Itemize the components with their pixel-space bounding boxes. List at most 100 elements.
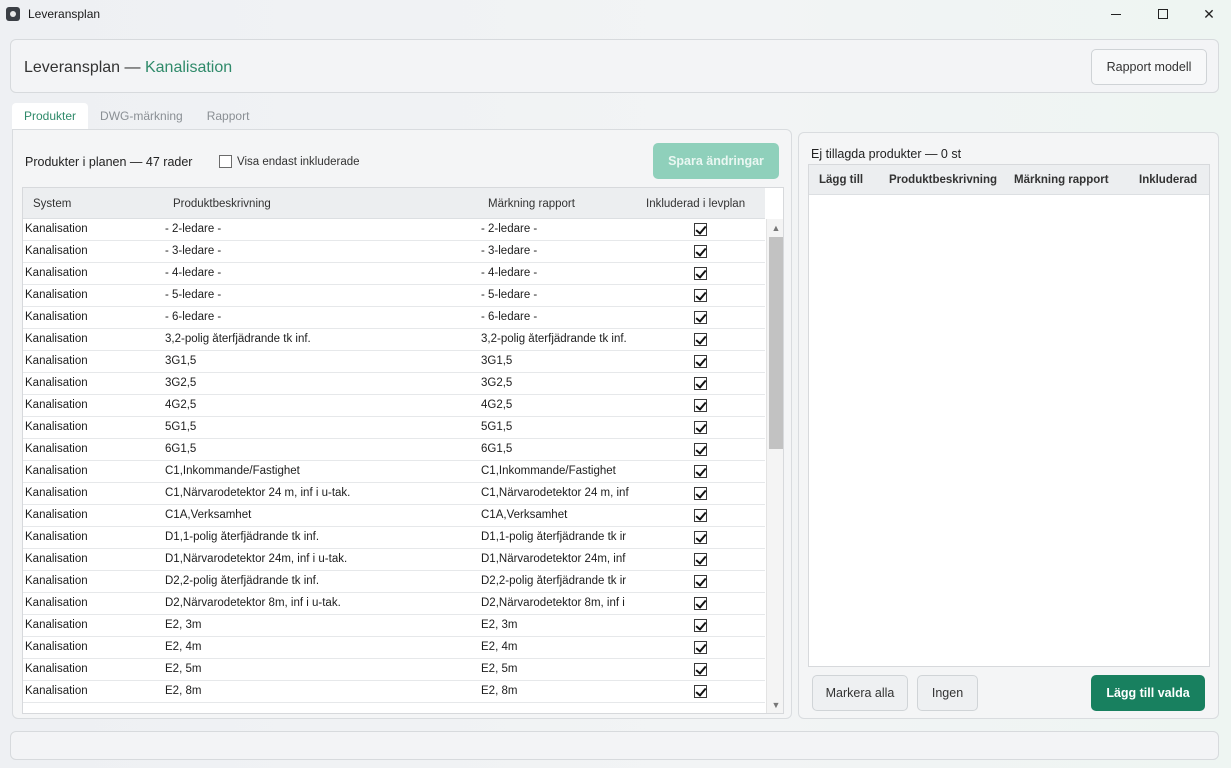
scroll-down-icon[interactable]: ▼ [771, 700, 781, 710]
included-checkbox[interactable] [694, 377, 707, 390]
minimize-icon[interactable] [1093, 0, 1139, 28]
add-selected-button[interactable]: Lägg till valda [1091, 675, 1205, 711]
cell-system: Kanalisation [25, 553, 88, 565]
page-title-project: Kanalisation [144, 59, 233, 76]
cell-description: - 2-ledare - [165, 223, 222, 235]
cell-included [694, 223, 707, 236]
scroll-up-icon[interactable]: ▲ [771, 223, 781, 233]
table-row[interactable]: Kanalisation - 6-ledare - - 6-ledare - [23, 307, 765, 329]
column-header-description[interactable]: Produktbeskrivning [173, 198, 271, 210]
included-checkbox[interactable] [694, 597, 707, 610]
cell-included [694, 619, 707, 632]
table-row[interactable]: Kanalisation 3G2,5 3G2,5 [23, 373, 765, 395]
cell-included [694, 685, 707, 698]
included-checkbox[interactable] [694, 333, 707, 346]
table-row[interactable]: Kanalisation D1,1-polig återfjädrande tk … [23, 527, 765, 549]
table-row[interactable]: Kanalisation 3G1,5 3G1,5 [23, 351, 765, 373]
rapport-modell-button[interactable]: Rapport modell [1091, 49, 1207, 85]
table-row[interactable]: Kanalisation D2,2-polig återfjädrande tk … [23, 571, 765, 593]
table-row[interactable]: Kanalisation C1,Närvarodetektor 24 m, inf… [23, 483, 765, 505]
cell-description: - 4-ledare - [165, 267, 222, 279]
cell-system: Kanalisation [25, 289, 88, 301]
column-header-included[interactable]: Inkluderad i levplan [646, 198, 745, 210]
included-checkbox[interactable] [694, 465, 707, 478]
table-row[interactable]: Kanalisation E2, 5m E2, 5m [23, 659, 765, 681]
checkbox-box[interactable] [219, 155, 232, 168]
cell-marking: E2, 3m [481, 619, 518, 631]
cell-marking: D1,Närvarodetektor 24m, inf [481, 553, 626, 565]
cell-marking: D2,2-polig återfjädrande tk ir [481, 575, 627, 587]
included-checkbox[interactable] [694, 443, 707, 456]
included-checkbox[interactable] [694, 509, 707, 522]
scroll-thumb[interactable] [769, 237, 783, 449]
table-row[interactable]: Kanalisation - 4-ledare - - 4-ledare - [23, 263, 765, 285]
tab-dwg-markning[interactable]: DWG-märkning [88, 103, 195, 129]
cell-included [694, 443, 707, 456]
not-added-title: Ej tillagda produkter — 0 st [811, 147, 962, 161]
cell-description: 3,2-polig återfjädrande tk inf. [165, 333, 311, 345]
cell-system: Kanalisation [25, 377, 88, 389]
show-included-only-checkbox[interactable]: Visa endast inkluderade [219, 155, 360, 168]
select-none-button[interactable]: Ingen [917, 675, 978, 711]
table-row[interactable]: Kanalisation 6G1,5 6G1,5 [23, 439, 765, 461]
table-row[interactable]: Kanalisation E2, 4m E2, 4m [23, 637, 765, 659]
table-row[interactable]: Kanalisation D2,Närvarodetektor 8m, inf i… [23, 593, 765, 615]
included-checkbox[interactable] [694, 531, 707, 544]
cell-description: D1,Närvarodetektor 24m, inf i u-tak. [165, 553, 348, 565]
table-row[interactable]: Kanalisation E2, 3m E2, 3m [23, 615, 765, 637]
included-checkbox[interactable] [694, 553, 707, 566]
maximize-icon[interactable] [1140, 0, 1186, 28]
table-row[interactable]: Kanalisation 3,2-polig återfjädrande tk i… [23, 329, 765, 351]
table-row[interactable]: Kanalisation E2, 8m E2, 8m [23, 681, 765, 703]
close-icon[interactable]: ✕ [1186, 0, 1231, 28]
tab-rapport[interactable]: Rapport [195, 103, 262, 129]
cell-marking: 3G2,5 [481, 377, 513, 389]
column-header-marking[interactable]: Märkning rapport [1014, 174, 1109, 186]
included-checkbox[interactable] [694, 399, 707, 412]
app-icon [6, 7, 20, 21]
included-checkbox[interactable] [694, 663, 707, 676]
column-header-add[interactable]: Lägg till [819, 174, 863, 186]
included-checkbox[interactable] [694, 245, 707, 258]
column-header-included[interactable]: Inkluderad [1139, 174, 1197, 186]
included-checkbox[interactable] [694, 575, 707, 588]
included-checkbox[interactable] [694, 267, 707, 280]
table-row[interactable]: Kanalisation - 3-ledare - - 3-ledare - [23, 241, 765, 263]
cell-included [694, 289, 707, 302]
cell-system: Kanalisation [25, 421, 88, 433]
table-scrollbar[interactable]: ▲ ▼ [766, 219, 783, 713]
cell-included [694, 509, 707, 522]
table-row[interactable]: Kanalisation D1,Närvarodetektor 24m, inf … [23, 549, 765, 571]
column-header-marking[interactable]: Märkning rapport [488, 198, 575, 210]
column-header-description[interactable]: Produktbeskrivning [889, 174, 997, 186]
table-row[interactable]: Kanalisation 5G1,5 5G1,5 [23, 417, 765, 439]
save-changes-button[interactable]: Spara ändringar [653, 143, 779, 179]
table-row[interactable]: Kanalisation - 2-ledare - - 2-ledare - [23, 219, 765, 241]
cell-marking: C1,Inkommande/Fastighet [481, 465, 616, 477]
select-all-button[interactable]: Markera alla [812, 675, 908, 711]
cell-description: D2,2-polig återfjädrande tk inf. [165, 575, 320, 587]
table-row[interactable]: Kanalisation C1,Inkommande/Fastighet C1,In… [23, 461, 765, 483]
included-checkbox[interactable] [694, 641, 707, 654]
cell-marking: C1,Närvarodetektor 24 m, inf [481, 487, 629, 499]
included-checkbox[interactable] [694, 685, 707, 698]
included-checkbox[interactable] [694, 487, 707, 500]
cell-marking: 3,2-polig återfjädrande tk inf. [481, 333, 627, 345]
included-checkbox[interactable] [694, 311, 707, 324]
cell-system: Kanalisation [25, 311, 88, 323]
included-checkbox[interactable] [694, 619, 707, 632]
table-row[interactable]: Kanalisation C1A,Verksamhet C1A,Verksamhet [23, 505, 765, 527]
column-header-system[interactable]: System [33, 198, 71, 210]
table-row[interactable]: Kanalisation 4G2,5 4G2,5 [23, 395, 765, 417]
cell-included [694, 597, 707, 610]
cell-system: Kanalisation [25, 509, 88, 521]
tab-produkter[interactable]: Produkter [12, 103, 89, 129]
included-checkbox[interactable] [694, 355, 707, 368]
included-checkbox[interactable] [694, 289, 707, 302]
included-checkbox[interactable] [694, 421, 707, 434]
included-checkbox[interactable] [694, 223, 707, 236]
cell-description: 4G2,5 [165, 399, 197, 411]
not-added-panel: Ej tillagda produkter — 0 st Lägg till P… [798, 132, 1219, 719]
table-row[interactable]: Kanalisation - 5-ledare - - 5-ledare - [23, 285, 765, 307]
cell-marking: D2,Närvarodetektor 8m, inf i [481, 597, 625, 609]
